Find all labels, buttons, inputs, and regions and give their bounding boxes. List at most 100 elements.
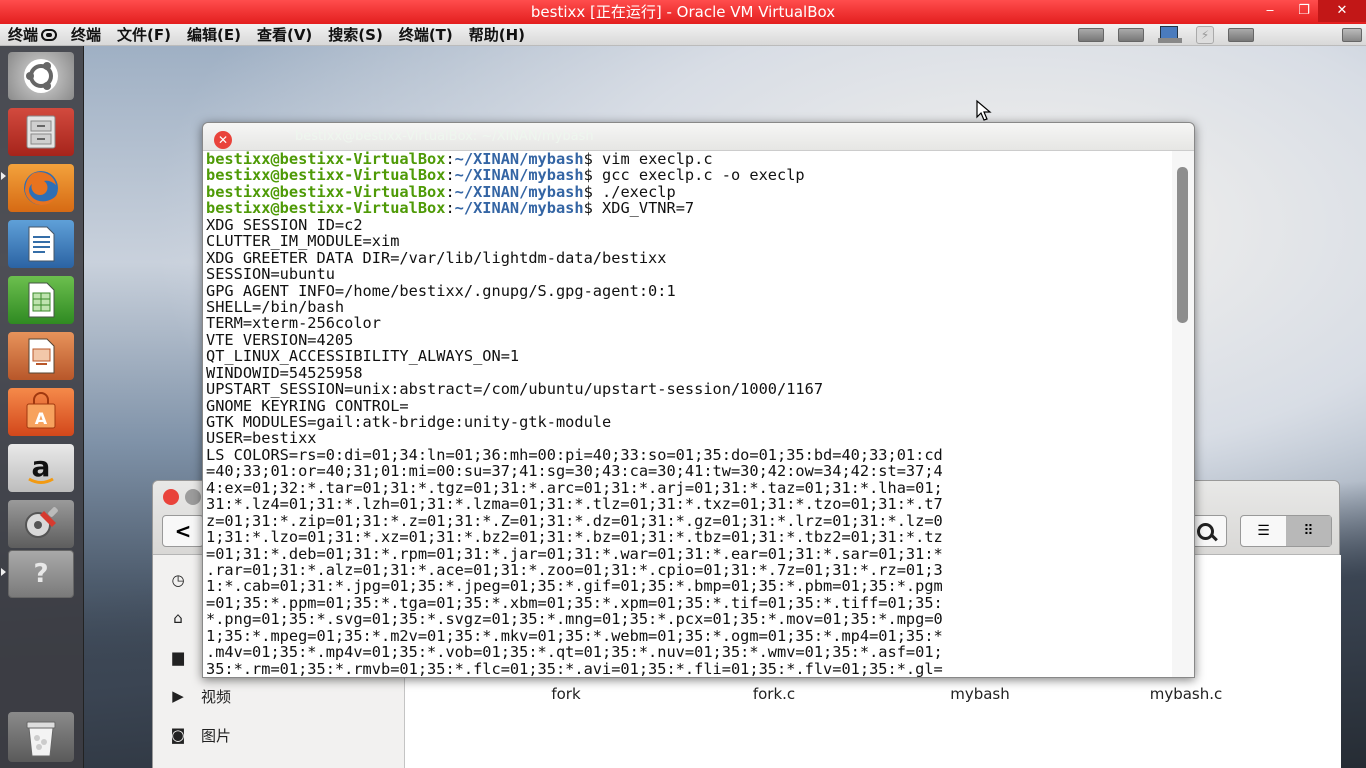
output-line: =01;35:*.ppm=01;35:*.tga=01;35:*.xbm=01;… <box>206 594 943 612</box>
trash-icon <box>26 721 56 757</box>
sidebar-item-videos[interactable]: ▶ 视频 <box>169 685 231 707</box>
writer-launcher[interactable] <box>8 220 74 268</box>
output-line: *.png=01;35:*.svg=01;35:*.svgz=01;35:*.m… <box>206 611 943 628</box>
optical-drive-icon[interactable] <box>1118 28 1144 42</box>
menu-item-file[interactable]: 文件(F) <box>109 24 179 46</box>
system-settings-launcher[interactable] <box>8 500 74 548</box>
impress-launcher[interactable] <box>8 332 74 380</box>
shared-folder-icon[interactable] <box>1228 28 1254 42</box>
guest-menu-bar: 终端 终端 文件(F) 编辑(E) 查看(V) 搜索(S) 终端(T) 帮助(H… <box>0 24 1366 46</box>
folder-icon: ▆ <box>172 648 184 666</box>
output-line: 1;31:*.lzo=01;31:*.xz=01;31:*.bz2=01;31:… <box>206 529 943 546</box>
terminal-text-area[interactable]: bestixx@bestixx-VirtualBox:~/XINAN/mybas… <box>206 151 1168 677</box>
clock-icon: ◷ <box>171 571 185 589</box>
terminal-title: bestixx@bestixx-VirtualBox: ~/XINAN/myba… <box>295 129 594 144</box>
sidebar-item-label: 图片 <box>201 726 232 745</box>
help-launcher[interactable]: ? <box>8 550 74 598</box>
network-icon[interactable] <box>1158 26 1182 44</box>
terminal-titlebar: ✕ bestixx@bestixx-VirtualBox: ~/XINAN/my… <box>203 123 1194 151</box>
trash-launcher[interactable] <box>8 712 74 762</box>
host-key-icon <box>41 28 58 41</box>
scrollbar-thumb[interactable] <box>1177 167 1188 323</box>
close-button[interactable]: ✕ <box>1318 0 1366 22</box>
menu-host-label: 终端 <box>8 25 39 44</box>
menu-item-terminal-app[interactable]: 终端 <box>63 24 109 46</box>
menu-item-help[interactable]: 帮助(H) <box>461 24 533 46</box>
output-line: CLUTTER_IM_MODULE=xim <box>206 233 400 250</box>
prompt-user: bestixx@bestixx-VirtualBox <box>206 151 446 168</box>
maximize-button[interactable]: ❐ <box>1290 0 1318 22</box>
amazon-launcher[interactable]: a <box>8 444 74 492</box>
list-view-button[interactable]: ☰ <box>1241 516 1286 546</box>
prompt-line: bestixx@bestixx-VirtualBox:~/XINAN/mybas… <box>206 167 1168 183</box>
output-line: GTK_MODULES=gail:atk-bridge:unity-gtk-mo… <box>206 414 612 431</box>
file-item-fork-c[interactable]: fork.c <box>699 685 849 703</box>
menu-item-terminal[interactable]: 终端(T) <box>391 24 461 46</box>
output-line: 1;35:*.mpeg=01;35:*.m2v=01;35:*.mkv=01;3… <box>206 627 943 645</box>
output-line: USER=bestixx <box>206 430 317 447</box>
document-icon <box>28 226 55 262</box>
output-line: SHELL=/bin/bash <box>206 298 345 316</box>
terminal-scrollbar[interactable] <box>1172 151 1194 677</box>
files-launcher[interactable] <box>8 108 74 156</box>
output-line: LS_COLORS=rs=0:di=01;34:ln=01;36:mh=00:p… <box>206 446 943 464</box>
menu-item-edit[interactable]: 编辑(E) <box>179 24 249 46</box>
prompt-path: ~/XINAN/mybash <box>454 151 584 168</box>
vbox-status-icons: ⚡ <box>1078 24 1366 46</box>
hdd-icon[interactable] <box>1078 28 1104 42</box>
usb-icon[interactable]: ⚡ <box>1196 26 1214 44</box>
output-line: WINDOWID=54525958 <box>206 364 363 382</box>
sidebar-item-recent[interactable]: ◷ <box>169 569 201 591</box>
vbox-title-bar: bestixx [正在运行] - Oracle VM VirtualBox ‒ … <box>0 0 1366 24</box>
terminal-window: ✕ bestixx@bestixx-VirtualBox: ~/XINAN/my… <box>202 122 1195 678</box>
prompt-separator: : <box>445 151 455 168</box>
output-line: TERM=xterm-256color <box>206 315 381 332</box>
sidebar-item-pictures[interactable]: ◙ 图片 <box>169 724 231 746</box>
sidebar-item-label: 视频 <box>201 687 232 706</box>
back-button[interactable]: < <box>162 515 204 547</box>
file-item-mybash[interactable]: mybash <box>905 685 1055 703</box>
home-icon: ⌂ <box>173 609 183 627</box>
firefox-launcher[interactable] <box>8 164 74 212</box>
camera-icon: ◙ <box>170 726 186 744</box>
capture-icon[interactable] <box>1342 28 1362 42</box>
sidebar-item-desktop[interactable]: ▆ <box>169 646 201 668</box>
window-title: bestixx [正在运行] - Oracle VM VirtualBox <box>530 3 836 21</box>
minimize-button[interactable]: ‒ <box>1250 0 1290 22</box>
grid-view-button[interactable]: ⠿ <box>1286 516 1331 546</box>
prompt-command: $ ./execlp <box>583 183 676 201</box>
svg-text:a: a <box>32 450 51 483</box>
output-line: =01;31:*.deb=01;31:*.rpm=01;31:*.jar=01;… <box>206 545 943 562</box>
menu-item-search[interactable]: 搜索(S) <box>320 24 391 46</box>
output-line: VTE_VERSION=4205 <box>206 331 354 349</box>
menu-host-terminal[interactable]: 终端 <box>0 24 63 46</box>
menu-item-view[interactable]: 查看(V) <box>249 24 320 46</box>
output-line: UPSTART_SESSION=unix:abstract=/com/ubunt… <box>206 381 824 398</box>
fm-close-button[interactable] <box>163 489 179 505</box>
prompt-path: ~/XINAN/mybash <box>454 167 584 184</box>
sidebar-item-home[interactable]: ⌂ <box>169 607 201 629</box>
prompt-separator: : <box>445 183 455 201</box>
output-line: z=01;31:*.zip=01;31:*.z=01;31:*.Z=01;31:… <box>206 512 943 530</box>
output-line: 31:*.lz4=01;31:*.lzh=01;31:*.lzma=01;31:… <box>206 496 943 513</box>
output-line: 4:ex=01;32:*.tar=01;31:*.tgz=01;31:*.arc… <box>206 479 943 497</box>
software-center-launcher[interactable]: A <box>8 388 74 436</box>
fm-minimize-button[interactable] <box>185 489 201 505</box>
output-line: =40;33;01:or=40;31;01:mi=00:su=37;41:sg=… <box>206 463 943 480</box>
prompt-line: bestixx@bestixx-VirtualBox:~/XINAN/mybas… <box>206 151 1168 167</box>
calc-launcher[interactable] <box>8 276 74 324</box>
prompt-command: $ XDG_VTNR=7 <box>583 200 695 217</box>
spreadsheet-icon <box>28 282 55 318</box>
output-line: 1:*.cab=01;31:*.jpg=01;35:*.jpeg=01;35:*… <box>206 578 943 595</box>
prompt-line: bestixx@bestixx-VirtualBox:~/XINAN/mybas… <box>206 184 1168 200</box>
amazon-icon: a <box>28 450 54 484</box>
output-line: GPG_AGENT_INFO=/home/bestixx/.gnupg/S.gp… <box>206 282 676 299</box>
output-line: 35:*.rm=01;35:*.rmvb=01;35:*.flc=01;35:*… <box>206 660 943 677</box>
dash-home-button[interactable] <box>8 52 74 100</box>
filing-cabinet-icon <box>26 115 56 149</box>
prompt-user: bestixx@bestixx-VirtualBox <box>206 183 446 201</box>
launcher-pip <box>1 172 6 180</box>
file-item-fork[interactable]: fork <box>491 685 641 703</box>
file-item-mybash-c[interactable]: mybash.c <box>1111 685 1261 703</box>
terminal-close-button[interactable]: ✕ <box>214 131 232 149</box>
